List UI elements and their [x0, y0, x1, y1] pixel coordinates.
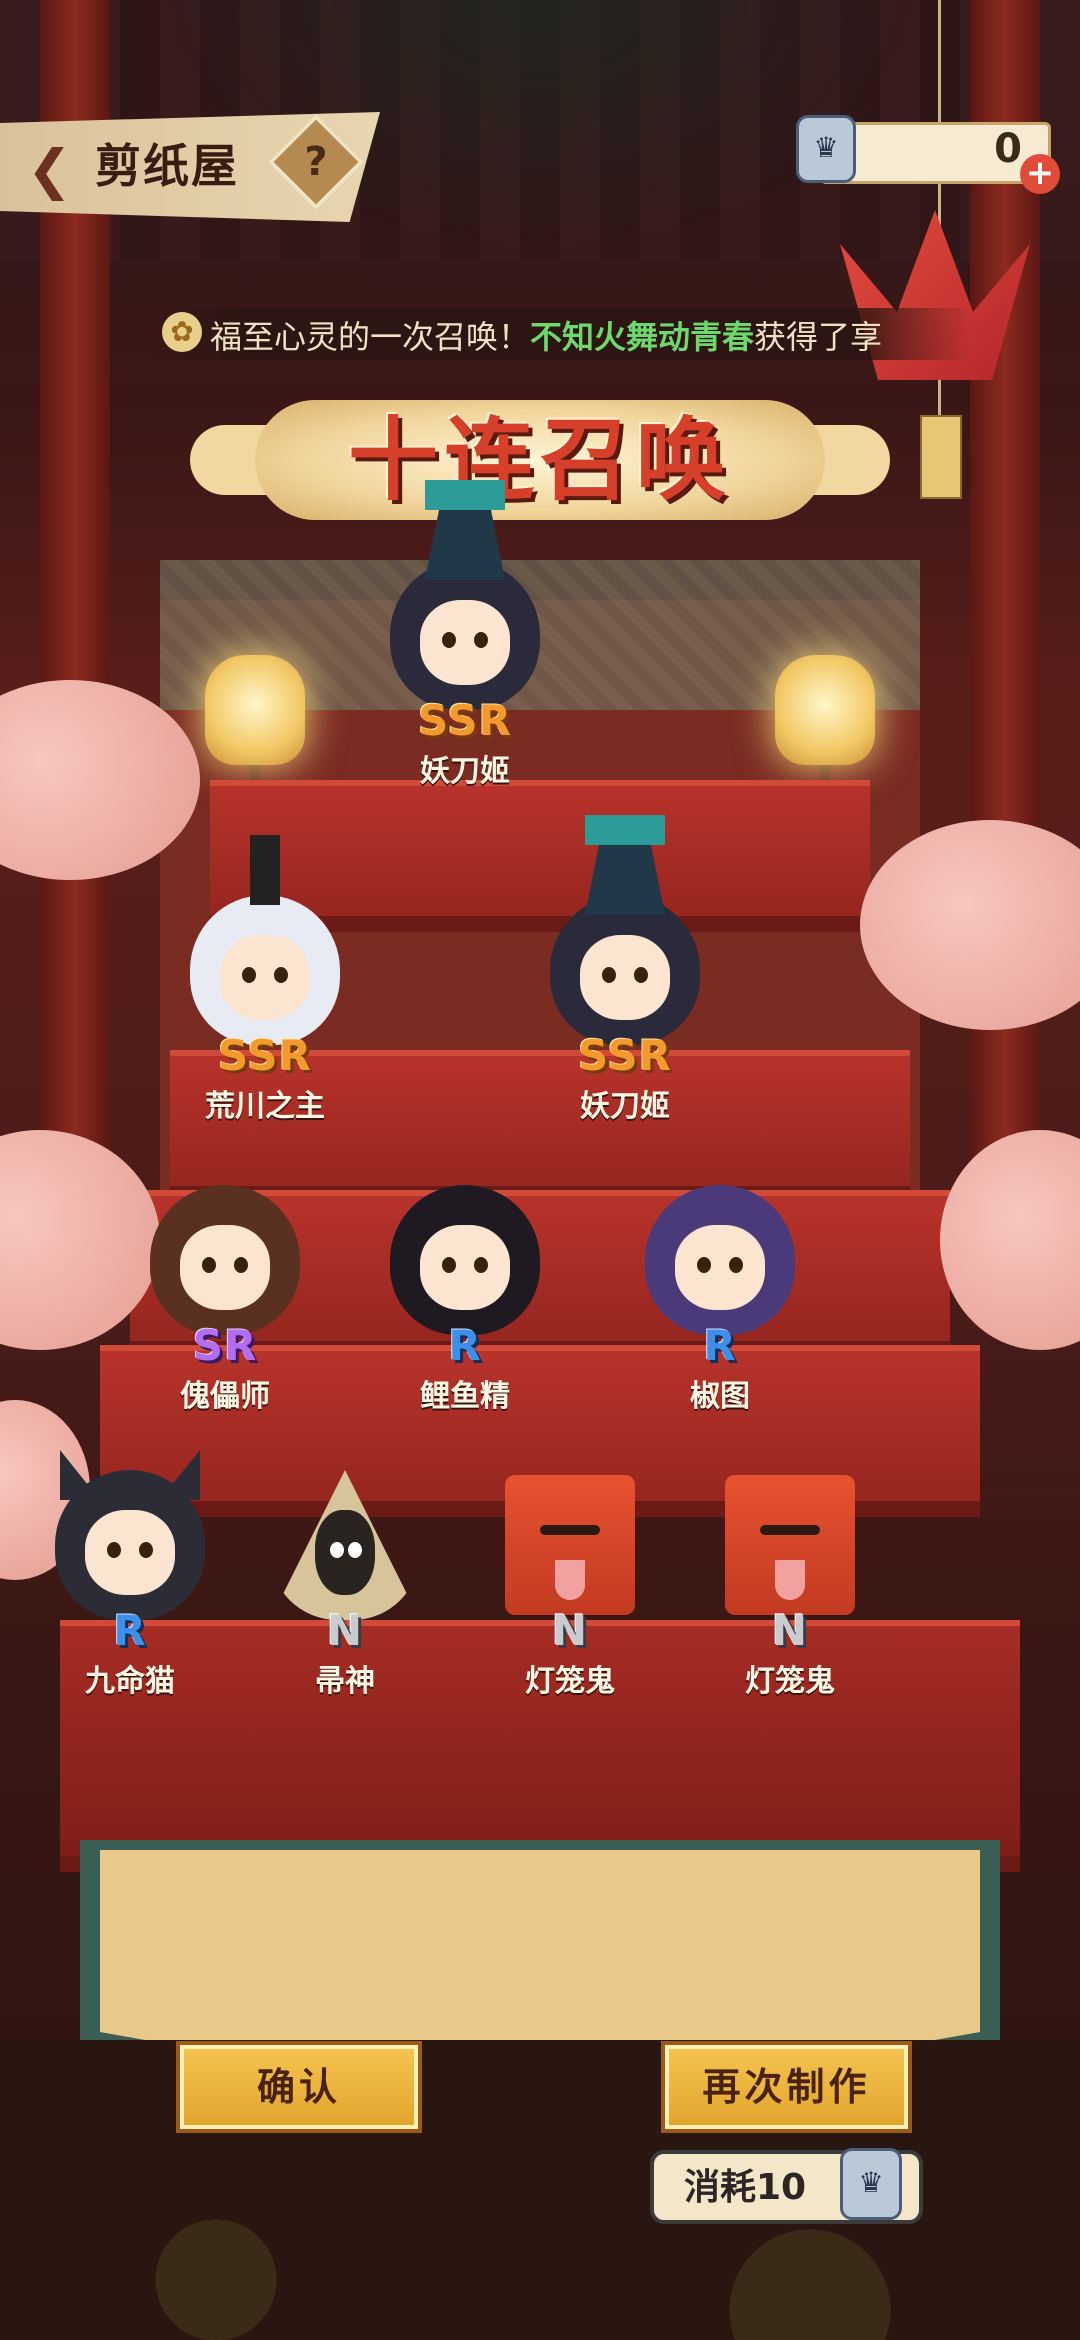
lantern-right [775, 655, 875, 765]
result-card[interactable]: SSR 妖刀姬 [375, 480, 555, 790]
rarity-badge: SSR [418, 696, 512, 745]
result-card[interactable]: R 九命猫 [40, 1450, 220, 1700]
help-icon: ? [304, 139, 328, 185]
result-card[interactable]: SSR 妖刀姬 [535, 815, 715, 1125]
shikigami-name: 帚神 [315, 1664, 375, 1699]
shikigami-portrait [270, 1470, 420, 1620]
result-card[interactable]: SR 傀儡师 [135, 1185, 315, 1415]
rarity-badge: SSR [218, 1031, 312, 1080]
result-card[interactable]: N 灯笼鬼 [700, 1470, 880, 1700]
shikigami-name: 鲤鱼精 [420, 1379, 510, 1414]
add-currency-button[interactable]: + [1020, 154, 1060, 194]
paper-doll-token-icon: ♛ [796, 115, 856, 183]
confirm-button[interactable]: 确认 [180, 2045, 418, 2129]
currency-value: 0 [994, 126, 1022, 172]
shikigami-portrait [190, 835, 340, 1045]
sakura-icon: ✿ [162, 312, 202, 352]
rarity-badge: SR [192, 1321, 258, 1370]
cherry-blossom-cloud [940, 1130, 1080, 1350]
paper-doll-token-icon: ♛ [840, 2148, 902, 2220]
rarity-badge: R [448, 1321, 482, 1370]
shikigami-name: 妖刀姬 [420, 754, 510, 789]
shikigami-name: 荒川之主 [205, 1089, 325, 1124]
shikigami-portrait [55, 1450, 205, 1620]
result-card[interactable]: N 灯笼鬼 [480, 1470, 660, 1700]
hanging-tag [920, 415, 962, 499]
rarity-badge: N [771, 1606, 809, 1655]
page-title: 剪纸屋 [95, 139, 239, 193]
shikigami-portrait [495, 1470, 645, 1620]
shikigami-portrait [150, 1185, 300, 1335]
ticker-player-name: 不知火舞动青春 [530, 318, 755, 356]
rarity-badge: SSR [578, 1031, 672, 1080]
summon-title: 十连召唤 [348, 407, 732, 513]
shikigami-name: 九命猫 [85, 1664, 175, 1699]
shikigami-portrait [715, 1470, 865, 1620]
rarity-badge: R [113, 1606, 147, 1655]
rarity-badge: N [551, 1606, 589, 1655]
ticker-suffix: 获得了 [754, 318, 851, 356]
shikigami-name: 椒图 [690, 1379, 750, 1414]
rarity-badge: R [703, 1321, 737, 1370]
result-card[interactable]: R 椒图 [630, 1185, 810, 1415]
shikigami-portrait [390, 1185, 540, 1335]
rarity-badge: N [326, 1606, 364, 1655]
result-card[interactable]: N 帚神 [255, 1470, 435, 1700]
result-card[interactable]: R 鲤鱼精 [375, 1185, 555, 1415]
result-card[interactable]: SSR 荒川之主 [175, 835, 355, 1125]
cost-label: 消耗10 [684, 2167, 807, 2208]
shikigami-name: 灯笼鬼 [745, 1664, 835, 1699]
ticker-prefix: 福至心灵的一次召唤！ [210, 318, 531, 356]
shikigami-name: 妖刀姬 [580, 1089, 670, 1124]
make-again-button[interactable]: 再次制作 [665, 2045, 908, 2129]
back-arrow-icon[interactable]: ❮ [22, 140, 77, 200]
lantern-left [205, 655, 305, 765]
shikigami-portrait [645, 1185, 795, 1335]
shikigami-portrait [550, 815, 700, 1045]
ticker-end: 享 [850, 318, 883, 356]
shikigami-name: 傀儡师 [180, 1379, 270, 1414]
shikigami-name: 灯笼鬼 [525, 1664, 615, 1699]
shikigami-portrait [390, 480, 540, 710]
ticker-message: 福至心灵的一次召唤！不知火舞动青春获得了享 [210, 312, 882, 358]
